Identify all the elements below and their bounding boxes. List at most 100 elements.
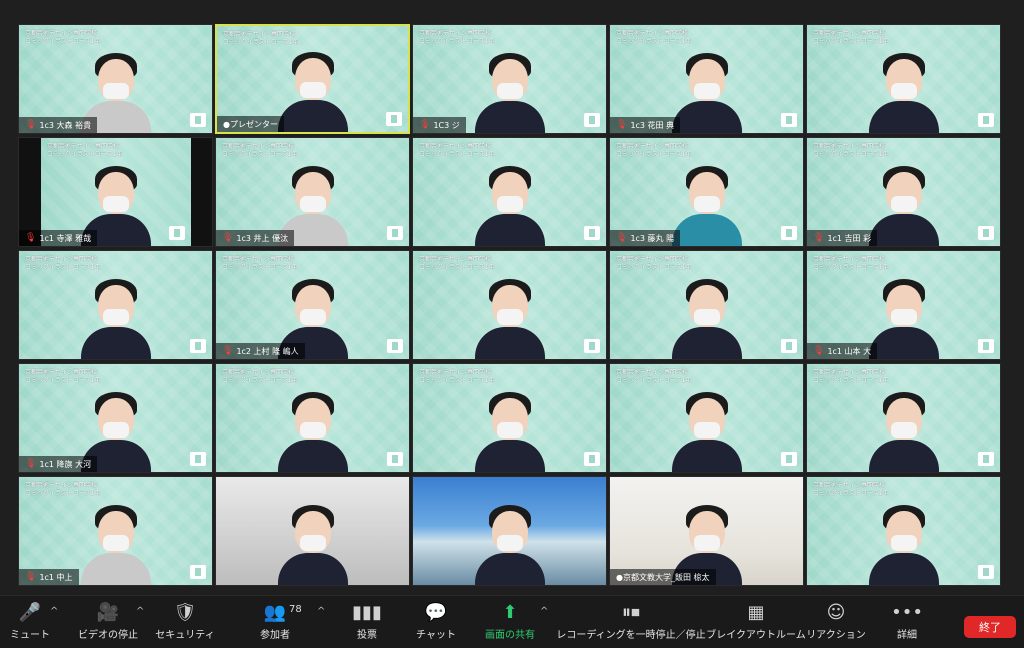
participant-tile[interactable]: 京都芸術デザイン専門学校 コミックイラストコース1年 🎙 1c1 中上 (18, 476, 213, 586)
participant-name: 1c3 井上 優汰 (236, 233, 289, 243)
reactions-button[interactable]: ☺ リアクション (806, 602, 866, 646)
mask (890, 535, 917, 551)
mask (102, 535, 129, 551)
mask (102, 309, 129, 325)
participant-video (474, 493, 545, 585)
participant-name-bar: 🎙 1c1 寺澤 雅哉 (19, 230, 98, 246)
security-button[interactable]: 🛡 セキュリティ (155, 602, 214, 646)
participant-tile[interactable]: 京都芸術デザイン専門学校 コミックイラストコース1年 (412, 363, 607, 473)
video-camera-icon: 🎥 (96, 602, 120, 623)
participant-name-bar: 🎙 1c2 上村 隆 嶋人 (216, 343, 305, 359)
participant-tile[interactable]: 京都芸術デザイン専門学校 コミックイラストコース1年 (806, 363, 1001, 473)
mask (496, 309, 523, 325)
shield-icon: 🛡 (173, 602, 197, 623)
school-logo-icon (584, 226, 600, 240)
school-logo-icon (387, 452, 403, 466)
participant-tile[interactable]: 京都芸術デザイン専門学校 コミックイラストコース1年 (215, 363, 410, 473)
participant-tile[interactable]: 京都芸術デザイン専門学校 コミックイラストコース1年 🎙 1c1 寺澤 雅哉 (18, 137, 213, 247)
participant-tile[interactable]: 京都芸術デザイン専門学校 コミックイラストコース1年 🎙 1c3 井上 優汰 (215, 137, 410, 247)
participant-video (868, 267, 939, 359)
share-screen-button[interactable]: ⬆ 画面の共有 (482, 602, 538, 646)
participant-name-bar: ●プレゼンター (217, 116, 284, 132)
school-logo-icon (387, 339, 403, 353)
participant-tile[interactable]: 京都芸術デザイン専門学校 コミックイラストコース1年 (412, 137, 607, 247)
mask (496, 196, 523, 212)
participant-tile[interactable]: 京都芸術デザイン専門学校 コミックイラストコース1年 (609, 363, 804, 473)
school-logo-icon (584, 339, 600, 353)
participant-video (474, 380, 545, 472)
participant-video (80, 493, 151, 585)
torso (868, 327, 939, 359)
participant-name: 1c1 吉田 彩 (827, 233, 872, 243)
meeting-toolbar: 🎤 ミュート ^ 🎥 ビデオの停止 ^ 🛡 セキュリティ 👥 参加者 78 ^ … (0, 595, 1024, 648)
participant-tile[interactable]: 京都芸術デザイン専門学校 コミックイラストコース1年 (806, 476, 1001, 586)
mute-button[interactable]: 🎤 ミュート (10, 602, 50, 646)
participant-tile[interactable]: 京都芸術デザイン専門学校 コミックイラストコース1年 🎙 1C3 ジ (412, 24, 607, 134)
grid-icon: ▦ (747, 602, 765, 623)
participant-tile[interactable]: 京都芸術デザイン専門学校 コミックイラストコース1年 🎙 1c2 上村 隆 嶋人 (215, 250, 410, 360)
school-logo-icon (169, 226, 185, 240)
participant-tile[interactable]: 京都芸術デザイン専門学校 コミックイラストコース1年 ●プレゼンター (215, 24, 410, 134)
participant-tile[interactable]: 京都芸術デザイン専門学校 コミックイラストコース1年 🎙 1c1 吉田 彩 (806, 137, 1001, 247)
chat-bubble-icon: 💬 (424, 602, 448, 623)
mask (693, 422, 720, 438)
participant-tile[interactable]: 京都芸術デザイン専門学校 コミックイラストコース1年 (806, 24, 1001, 134)
torso (277, 553, 348, 585)
torso (474, 101, 545, 133)
participant-name-bar: 🎙 1c1 中上 (19, 569, 79, 585)
participants-options-caret[interactable]: ^ (317, 606, 325, 617)
mic-muted-icon: 🎙 (25, 571, 37, 582)
participant-video (474, 41, 545, 133)
mask (890, 83, 917, 99)
participant-tile[interactable] (412, 476, 607, 586)
participant-name-bar: ●京都文教大学_飯田 椋太 (610, 569, 716, 585)
recording-controls-button[interactable]: ⏸⏹ レコーディングを一時停止／停止 (556, 602, 706, 646)
torso (671, 214, 742, 246)
school-logo-icon (190, 113, 206, 127)
participant-tile[interactable]: 京都芸術デザイン専門学校 コミックイラストコース1年 🎙 1c1 山本 大 (806, 250, 1001, 360)
mic-muted-icon: 🎙 (616, 119, 628, 130)
participant-video (277, 493, 348, 585)
participant-tile[interactable]: 京都芸術デザイン専門学校 コミックイラストコース1年 🎙 1c3 花田 典 (609, 24, 804, 134)
torso (671, 327, 742, 359)
mask (102, 422, 129, 438)
participant-tile[interactable]: ●京都文教大学_飯田 椋太 (609, 476, 804, 586)
mute-options-caret[interactable]: ^ (50, 606, 58, 617)
mask (299, 535, 326, 551)
participant-tile[interactable]: 京都芸術デザイン専門学校 コミックイラストコース1年 🎙 1c3 大森 裕貴 (18, 24, 213, 134)
mic-muted-icon: 🎙 (25, 119, 37, 130)
breakout-rooms-button[interactable]: ▦ ブレイクアウトルーム (706, 602, 806, 646)
participant-tile[interactable]: 京都芸術デザイン専門学校 コミックイラストコース1年 (412, 250, 607, 360)
torso (868, 101, 939, 133)
share-options-caret[interactable]: ^ (540, 606, 548, 617)
school-logo-icon (781, 226, 797, 240)
participant-name: ●京都文教大学_飯田 椋太 (616, 572, 710, 582)
participant-tile[interactable]: 京都芸術デザイン専門学校 コミックイラストコース1年 (609, 250, 804, 360)
participant-name: 1c1 中上 (39, 572, 73, 582)
stop-video-button[interactable]: 🎥 ビデオの停止 (78, 602, 138, 646)
mask (693, 535, 720, 551)
chat-button[interactable]: 💬 チャット (416, 602, 456, 646)
end-meeting-button[interactable]: 終了 (964, 616, 1016, 638)
polls-button[interactable]: ▮▮▮ 投票 (352, 602, 382, 646)
participant-tile[interactable] (215, 476, 410, 586)
torso (868, 440, 939, 472)
participant-tile[interactable]: 京都芸術デザイン専門学校 コミックイラストコース1年 🎙 1c3 藤丸 陽 (609, 137, 804, 247)
torso (474, 553, 545, 585)
mask (693, 196, 720, 212)
school-logo-icon (781, 452, 797, 466)
mic-muted-icon: 🎙 (25, 458, 37, 469)
mask (299, 422, 326, 438)
mic-muted-icon: 🎙 (813, 232, 825, 243)
participant-tile[interactable]: 京都芸術デザイン専門学校 コミックイラストコース1年 🎙 1c1 降旗 大河 (18, 363, 213, 473)
torso (80, 327, 151, 359)
participant-video (671, 154, 742, 246)
mic-muted-icon: 🎙 (222, 345, 234, 356)
share-screen-icon: ⬆ (502, 602, 518, 623)
participant-name-bar: 🎙 1c1 降旗 大河 (19, 456, 98, 472)
mic-muted-icon: 🎙 (616, 232, 628, 243)
participant-video (868, 41, 939, 133)
video-options-caret[interactable]: ^ (136, 606, 144, 617)
more-button[interactable]: ••• 詳細 (891, 602, 923, 646)
participant-tile[interactable]: 京都芸術デザイン専門学校 コミックイラストコース1年 (18, 250, 213, 360)
